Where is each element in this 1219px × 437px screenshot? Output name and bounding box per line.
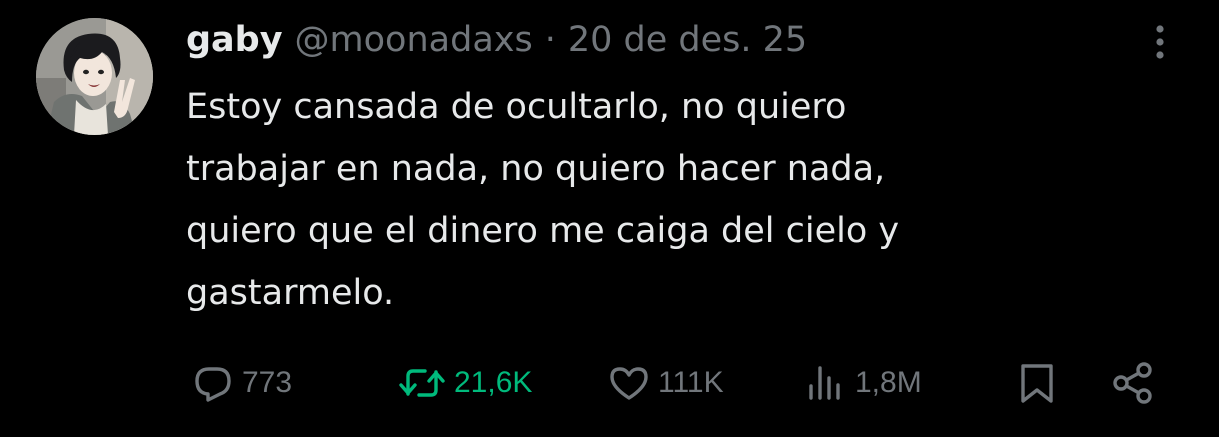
retweet-count: 21,6K [454,366,533,399]
tweet-text-line: Estoy cansada de ocultarlo, no quiero [186,87,847,127]
like-count: 111K [658,366,724,399]
reply-button[interactable]: 773 [190,353,292,413]
header-separator: · [544,20,556,60]
views-icon [809,366,840,400]
tweet-text: Estoy cansada de ocultarlo, no quiero tr… [186,76,1106,324]
views-button[interactable]: 1,8M [803,353,922,413]
retweet-button[interactable]: 21,6K [396,353,532,413]
tweet-text-line: trabajar en nada, no quiero hacer nada, [186,149,886,189]
author-name[interactable]: gaby [186,14,283,66]
tweet-header: gaby @moonadaxs · 20 de des. 25 [186,14,807,66]
author-handle[interactable]: @moonadaxs [295,14,533,66]
bookmark-button[interactable] [1014,353,1060,413]
avatar[interactable] [36,18,153,135]
reply-count: 773 [242,366,293,399]
tweet-date[interactable]: 20 de des. 25 [568,14,807,66]
share-icon [1113,362,1152,404]
tweet: gaby @moonadaxs · 20 de des. 25 Estoy ca… [0,0,1219,437]
heart-icon [610,367,648,400]
more-vertical-icon [1156,25,1164,59]
tweet-text-line: gastarmelo. [186,273,395,313]
more-button[interactable] [1146,20,1174,64]
like-button[interactable]: 111K [606,353,724,413]
tweet-text-line: quiero que el dinero me caiga del cielo … [186,211,900,251]
share-button[interactable] [1108,353,1158,413]
action-bar: 773 21,6K 111K 1,8M [0,353,1219,413]
avatar-anime-boy [36,18,153,135]
retweet-icon [399,369,445,397]
bookmark-icon [1021,364,1053,403]
views-count: 1,8M [855,366,922,399]
reply-icon [195,367,231,402]
